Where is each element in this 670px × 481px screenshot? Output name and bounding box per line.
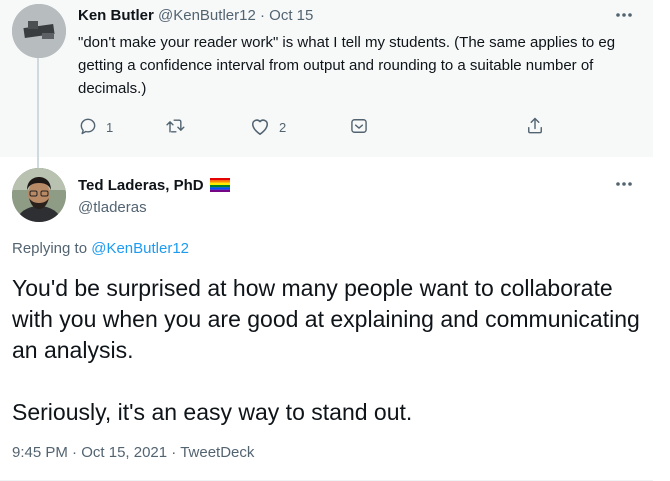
avatar-image [12,168,66,222]
meta-separator: · [171,444,177,461]
author-name[interactable]: Ken Butler [78,7,154,24]
avatar[interactable] [12,168,66,222]
author-name[interactable]: Ted Laderas, PhD [78,177,204,194]
more-icon[interactable] [614,177,634,196]
retweet-button[interactable] [164,116,186,139]
tweet-paragraph-2: Seriously, it's an easy way to stand out… [12,399,413,425]
tweet-date[interactable]: Oct 15, 2021 [81,444,167,461]
meta-separator: · [72,444,78,461]
tweet-date[interactable]: Oct 15 [269,7,313,24]
more-icon[interactable] [614,8,634,27]
like-count: 2 [279,120,287,135]
replying-to-mention[interactable]: @KenButler12 [91,240,189,257]
avatar[interactable] [12,4,66,58]
reply-button[interactable]: 1 [78,116,113,139]
revue-button[interactable] [348,116,370,139]
parent-tweet-header: Ken Butler @KenButler12 · Oct 15 [78,6,313,26]
tweet-paragraph-1: You'd be surprised at how many people wa… [12,275,640,363]
author-handle[interactable]: @KenButler12 [158,7,256,24]
revue-icon [348,116,370,139]
retweet-icon [164,116,186,139]
thread-connector-line [37,58,39,168]
author-handle[interactable]: @tladeras [78,199,147,216]
share-button[interactable] [524,116,546,139]
tweet-metadata: 9:45 PM · Oct 15, 2021 · TweetDeck [12,444,254,461]
avatar-image [12,4,66,58]
tweet-text: "don't make your reader work" is what I … [78,34,616,97]
replying-to-label: Replying to [12,240,88,257]
tweet-source[interactable]: TweetDeck [180,444,254,461]
rainbow-flag-icon [209,178,230,198]
replying-to: Replying to @KenButler12 [12,240,189,257]
tweet-time[interactable]: 9:45 PM [12,444,68,461]
reply-count: 1 [106,120,114,135]
reply-icon [78,116,98,139]
main-tweet-author: Ted Laderas, PhD [78,176,230,198]
header-separator: · [259,7,265,24]
tweet-text: You'd be surprised at how many people wa… [12,273,652,428]
main-tweet-handle-row: @tladeras [78,198,147,218]
like-icon [249,116,271,139]
share-icon [524,116,546,139]
like-button[interactable]: 2 [249,116,286,139]
parent-tweet[interactable]: Ken Butler @KenButler12 · Oct 15 "don't … [0,0,653,157]
